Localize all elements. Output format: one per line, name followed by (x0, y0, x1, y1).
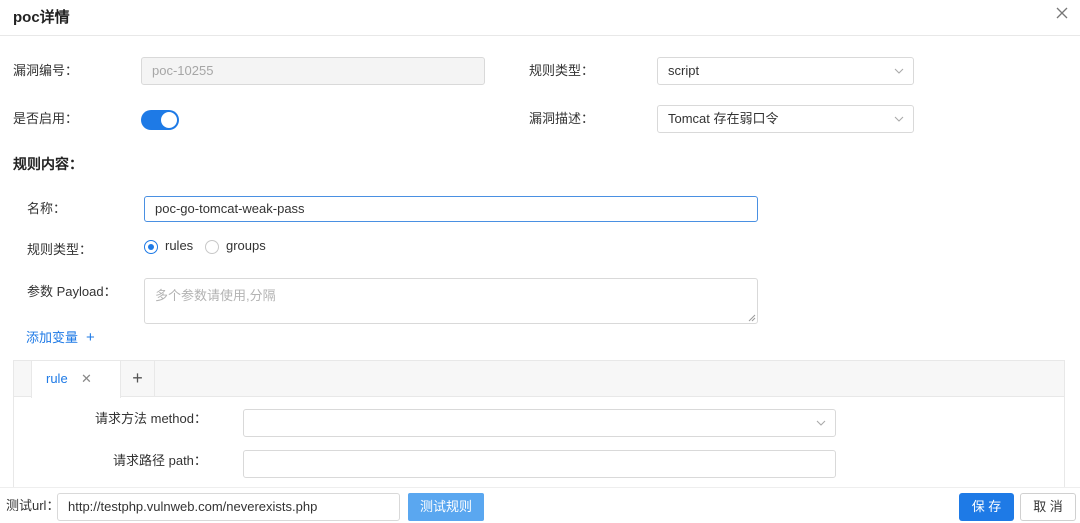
cancel-button[interactable]: 取 消 (1020, 493, 1076, 521)
radio-rules[interactable] (144, 240, 158, 254)
rule-content-title: 规则内容： (13, 156, 83, 172)
tab-rule[interactable]: rule ✕ (31, 361, 121, 398)
path-input[interactable] (243, 450, 836, 478)
test-url-label: 测试url： (6, 498, 60, 513)
test-rule-button[interactable]: 测试规则 (408, 493, 484, 521)
plus-icon: + (86, 329, 95, 346)
modal-footer: 测试url： http://testphp.vulnweb.com/nevere… (0, 487, 1080, 523)
chevron-down-icon (894, 68, 904, 74)
tab-close-icon[interactable]: ✕ (81, 371, 92, 387)
vuln-id-label: 漏洞编号： (13, 63, 79, 78)
vuln-desc-select[interactable]: Tomcat 存在弱口令 (657, 105, 914, 133)
rule-type-select-value: script (668, 63, 700, 78)
resize-handle-icon[interactable] (748, 314, 756, 322)
add-tab-button[interactable]: + (121, 361, 155, 397)
enabled-label: 是否启用： (13, 111, 79, 126)
radio-rules-label[interactable]: rules (165, 236, 193, 256)
payload-label: 参数 Payload： (27, 284, 117, 299)
payload-textarea[interactable]: 多个参数请使用,分隔 (144, 278, 758, 324)
close-icon[interactable] (1054, 5, 1070, 21)
vuln-id-input[interactable]: poc-10255 (141, 57, 485, 85)
test-url-input[interactable]: http://testphp.vulnweb.com/neverexists.p… (57, 493, 400, 521)
name-label: 名称： (27, 201, 67, 216)
add-variable-label: 添加变量 (26, 330, 79, 345)
chevron-down-icon (894, 116, 904, 122)
name-input[interactable]: poc-go-tomcat-weak-pass (144, 196, 758, 222)
vuln-desc-select-value: Tomcat 存在弱口令 (668, 111, 779, 126)
tab-rule-label: rule (46, 371, 68, 386)
save-button[interactable]: 保 存 (959, 493, 1014, 521)
vuln-desc-label: 漏洞描述： (529, 111, 595, 126)
radio-groups[interactable] (205, 240, 219, 254)
method-label: 请求方法 method： (95, 411, 207, 426)
rule-type-select[interactable]: script (657, 57, 914, 85)
tab-strip: rule ✕ + (14, 361, 1064, 398)
toggle-knob (161, 112, 177, 128)
rule-tabs-panel: rule ✕ + 请求方法 method： 请求路径 path： (13, 360, 1065, 490)
add-variable-link[interactable]: 添加变量 + (26, 328, 95, 348)
enabled-toggle[interactable] (141, 110, 179, 130)
path-label: 请求路径 path： (113, 453, 207, 468)
rule-type-label: 规则类型： (27, 242, 93, 257)
radio-groups-label[interactable]: groups (226, 236, 266, 256)
plus-icon: + (132, 368, 143, 388)
modal-header: poc详情 (0, 0, 1080, 36)
payload-placeholder: 多个参数请使用,分隔 (155, 288, 276, 303)
method-select[interactable] (243, 409, 836, 437)
rule-type-top-label: 规则类型： (529, 63, 595, 78)
modal-title: poc详情 (13, 9, 70, 26)
chevron-down-icon (816, 420, 826, 426)
